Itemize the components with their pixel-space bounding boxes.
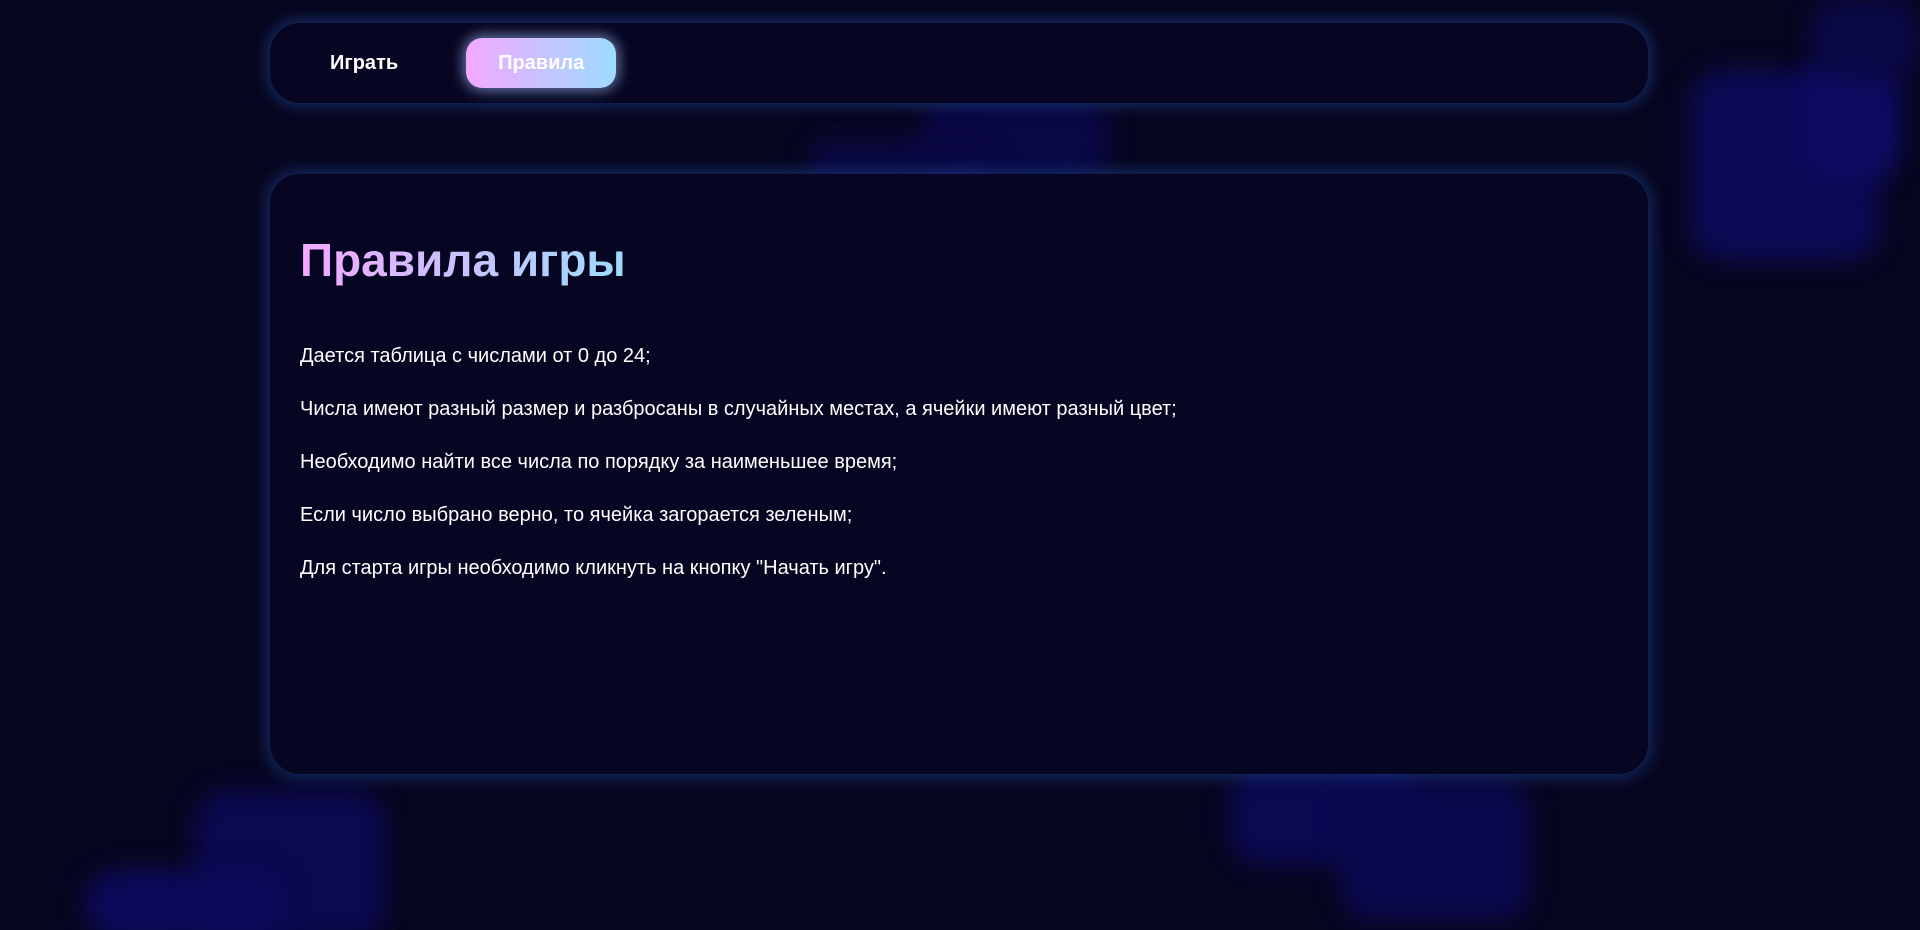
rules-tab-button[interactable]: Правила <box>466 38 617 88</box>
rules-title: Правила игры <box>300 234 626 286</box>
rule-item: Необходимо найти все числа по порядку за… <box>300 450 898 473</box>
rules-panel: Правила игры Дается таблица с числами от… <box>270 174 1648 774</box>
rules-list: Дается таблица с числами от 0 до 24; Чис… <box>300 345 1618 580</box>
top-navigation-bar: Играть Правила <box>270 23 1648 103</box>
background-square <box>1340 780 1530 920</box>
rule-item: Для старта игры необходимо кликнуть на к… <box>300 556 887 579</box>
rule-item: Числа имеют разный размер и разбросаны в… <box>300 397 1177 420</box>
rule-item: Если число выбрано верно, то ячейка заго… <box>300 503 853 526</box>
background-square <box>85 870 285 930</box>
background-square <box>1810 0 1920 80</box>
play-tab-button[interactable]: Играть <box>302 38 426 88</box>
rule-item: Дается таблица с числами от 0 до 24; <box>300 344 651 367</box>
